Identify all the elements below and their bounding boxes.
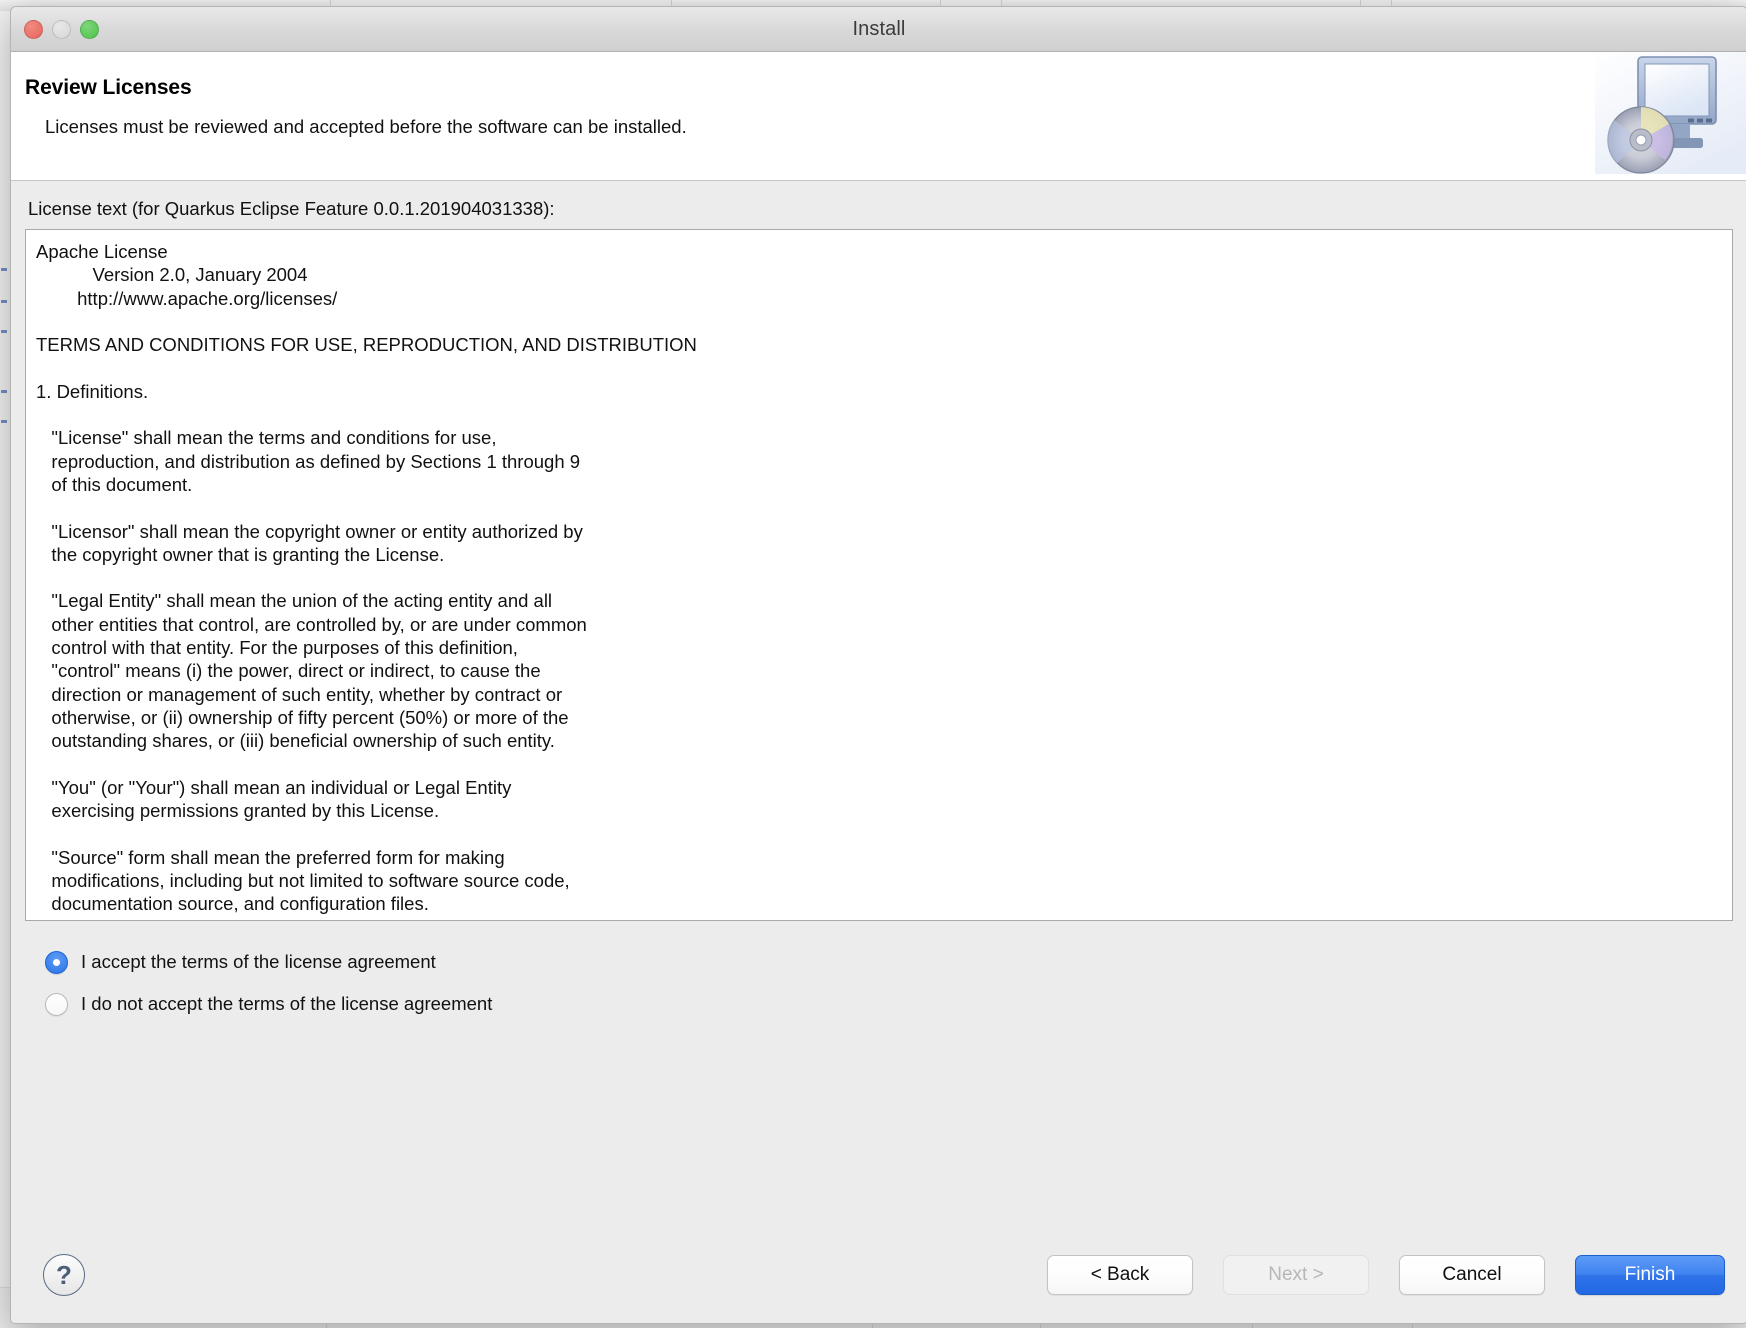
page-title: Review Licenses	[25, 76, 192, 99]
dialog-header: Review Licenses Licenses must be reviewe…	[11, 52, 1746, 181]
background-marker	[1, 390, 7, 393]
window-title: Install	[852, 17, 906, 40]
page-subtitle: Licenses must be reviewed and accepted b…	[45, 116, 687, 137]
close-window-button[interactable]	[24, 20, 43, 39]
window-controls	[24, 20, 99, 39]
license-text-content: Apache License Version 2.0, January 2004…	[36, 241, 697, 915]
dialog-button-group: < Back Next > Cancel Finish	[1047, 1255, 1731, 1295]
accept-license-radio-row[interactable]: I accept the terms of the license agreem…	[45, 945, 1733, 979]
finish-button[interactable]: Finish	[1575, 1255, 1725, 1295]
radio-selected-icon[interactable]	[45, 950, 68, 974]
decline-license-label: I do not accept the terms of the license…	[81, 993, 493, 1014]
accept-license-label: I accept the terms of the license agreem…	[81, 951, 436, 972]
license-text-box[interactable]: Apache License Version 2.0, January 2004…	[25, 229, 1733, 921]
license-agreement-radio-group: I accept the terms of the license agreem…	[45, 945, 1733, 1029]
install-dialog: Install Review Licenses Licenses must be…	[10, 6, 1746, 1324]
minimize-window-button[interactable]	[52, 20, 71, 39]
help-icon[interactable]: ?	[43, 1254, 85, 1296]
license-text-label: License text (for Quarkus Eclipse Featur…	[28, 198, 555, 219]
back-button[interactable]: < Back	[1047, 1255, 1193, 1295]
maximize-window-button[interactable]	[80, 20, 99, 39]
background-marker	[1, 268, 7, 271]
radio-unselected-icon[interactable]	[45, 992, 68, 1016]
dialog-titlebar[interactable]: Install	[11, 7, 1746, 52]
cancel-button[interactable]: Cancel	[1399, 1255, 1545, 1295]
background-marker	[1, 300, 7, 303]
install-monitor-disc-icon	[1595, 52, 1746, 174]
decline-license-radio-row[interactable]: I do not accept the terms of the license…	[45, 987, 1733, 1021]
dialog-footer: ? < Back Next > Cancel Finish	[11, 1227, 1746, 1323]
background-marker	[1, 330, 7, 333]
next-button: Next >	[1223, 1255, 1369, 1295]
background-marker	[1, 420, 7, 423]
dialog-body: License text (for Quarkus Eclipse Featur…	[11, 181, 1746, 1227]
